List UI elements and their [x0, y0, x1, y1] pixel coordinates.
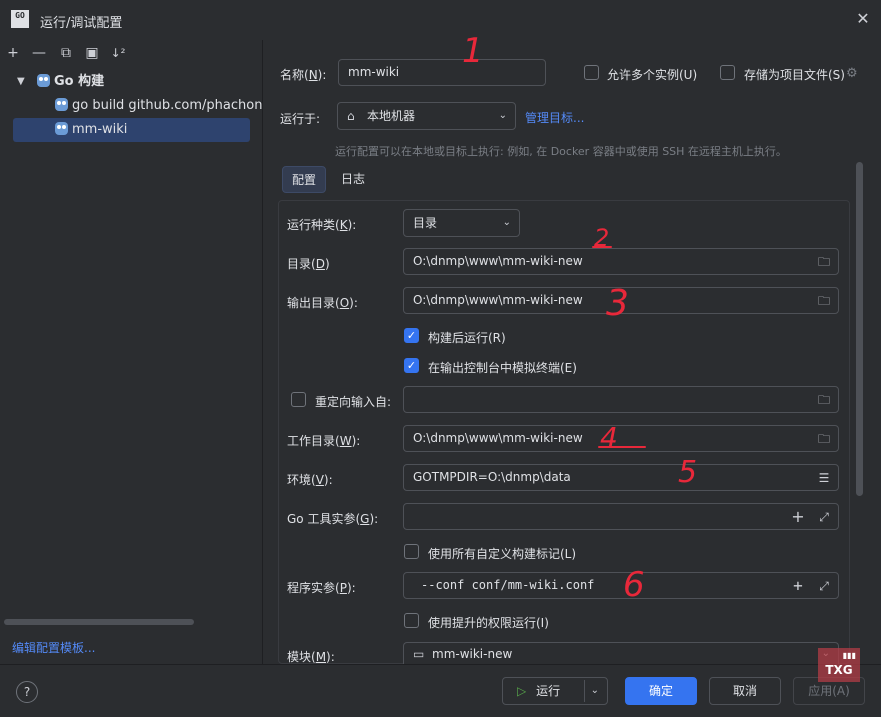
- gear-icon[interactable]: ⚙: [846, 66, 858, 81]
- emulate-terminal-label: 在输出控制台中模拟终端(E): [428, 361, 577, 375]
- annotation-mark-5: 5: [678, 455, 698, 490]
- run-after-build-label: 构建后运行(R): [428, 331, 506, 345]
- run-on-dropdown[interactable]: ⌂ 本地机器 ⌄: [337, 102, 516, 130]
- allow-parallel-checkbox[interactable]: [584, 65, 599, 80]
- expand-icon[interactable]: ⤢: [816, 578, 832, 594]
- plus-icon[interactable]: +: [790, 578, 806, 594]
- custom-tags-label: 使用所有自定义构建标记(L): [428, 547, 577, 561]
- run-kind-dropdown[interactable]: 目录 ⌄: [403, 209, 520, 237]
- run-on-value: 本地机器: [367, 109, 416, 123]
- cancel-button[interactable]: 取消: [709, 677, 781, 705]
- tab-logs[interactable]: 日志: [332, 166, 374, 193]
- run-kind-label: 运行种类(K):: [287, 218, 357, 232]
- remove-icon[interactable]: —: [30, 44, 48, 62]
- play-icon: ▷: [517, 684, 527, 698]
- go-tool-args-input[interactable]: + ⤢: [403, 503, 839, 530]
- allow-parallel-label: 允许多个实例(U): [607, 68, 698, 82]
- expand-icon[interactable]: ⤢: [816, 509, 832, 525]
- elevated-label: 使用提升的权限运行(I): [428, 616, 549, 630]
- goland-logo-icon: GO: [11, 10, 29, 28]
- close-icon[interactable]: ✕: [855, 11, 871, 27]
- module-label: 模块(M):: [287, 650, 335, 664]
- copy-icon[interactable]: ⧉: [57, 44, 75, 62]
- module-value: mm-wiki-new: [432, 647, 513, 661]
- directory-input[interactable]: O:\dnmp\www\mm-wiki-new 🗀: [403, 248, 839, 275]
- tree-item-label: go build github.com/phachon/mm-wiki: [72, 98, 262, 113]
- env-label: 环境(V):: [287, 473, 333, 487]
- folder-icon[interactable]: 🗀: [816, 431, 832, 447]
- program-args-label: 程序实参(P):: [287, 581, 356, 595]
- working-dir-label: 工作目录(W):: [287, 434, 361, 448]
- name-input[interactable]: mm-wiki: [338, 59, 546, 86]
- redirect-input-label: 重定向输入自:: [315, 395, 392, 409]
- footer-divider: [0, 664, 881, 665]
- program-args-input[interactable]: --conf conf/mm-wiki.conf + ⤢: [403, 572, 839, 599]
- list-icon[interactable]: ☰: [816, 470, 832, 486]
- tree-group-go-build[interactable]: ▼ Go 构建: [0, 70, 262, 94]
- plus-icon[interactable]: +: [790, 509, 806, 525]
- horizontal-scrollbar[interactable]: [4, 619, 194, 625]
- manage-targets-link[interactable]: 管理目标...: [525, 109, 584, 126]
- sort-icon[interactable]: ↓²: [109, 44, 127, 62]
- tab-config[interactable]: 配置: [282, 166, 327, 193]
- chevron-down-icon: ⌄: [498, 110, 507, 121]
- ok-button[interactable]: 确定: [625, 677, 697, 705]
- elevated-checkbox[interactable]: [404, 613, 419, 628]
- annotation-underline: [592, 246, 612, 248]
- tree-item-mm-wiki[interactable]: mm-wiki: [13, 118, 250, 142]
- run-kind-value: 目录: [413, 216, 438, 230]
- home-icon: ⌂: [347, 109, 355, 123]
- folder-icon[interactable]: 🗀: [816, 293, 832, 309]
- gopher-icon: [55, 98, 68, 111]
- vertical-scrollbar[interactable]: [856, 162, 863, 496]
- module-folder-icon: ▭: [413, 647, 425, 661]
- annotation-mark-1: 1: [462, 31, 484, 71]
- custom-tags-checkbox[interactable]: [404, 544, 419, 559]
- run-after-build-checkbox[interactable]: ✓: [404, 328, 419, 343]
- tree-group-label: Go 构建: [54, 74, 105, 89]
- tree-item-go-build[interactable]: go build github.com/phachon/mm-wiki: [0, 94, 262, 118]
- redirect-input-checkbox[interactable]: [291, 392, 306, 407]
- store-as-file-label: 存储为项目文件(S): [744, 68, 845, 82]
- env-input[interactable]: GOTMPDIR=O:\dnmp\data ☰: [403, 464, 839, 491]
- directory-label: 目录(D): [287, 257, 330, 271]
- emulate-terminal-checkbox[interactable]: ✓: [404, 358, 419, 373]
- annotation-underline: [598, 446, 646, 448]
- redirect-input-field[interactable]: 🗀: [403, 386, 839, 413]
- output-dir-label: 输出目录(O):: [287, 296, 358, 310]
- window-title: 运行/调试配置: [40, 16, 123, 31]
- config-toolbar: + — ⧉ ▣ ↓²: [0, 40, 262, 66]
- gopher-icon: [37, 74, 50, 87]
- run-on-label: 运行于:: [280, 112, 321, 126]
- run-on-hint: 运行配置可以在本地或目标上执行: 例如, 在 Docker 容器中或使用 SSH…: [335, 145, 787, 158]
- gopher-icon: [55, 122, 68, 135]
- watermark-logo: ▮▮▮ TXG: [818, 648, 860, 682]
- annotation-mark-3: 3: [606, 283, 629, 324]
- folder-icon[interactable]: 🗀: [816, 254, 832, 270]
- store-as-file-checkbox[interactable]: [720, 65, 735, 80]
- folder-icon[interactable]: 🗀: [816, 392, 832, 408]
- go-tool-args-label: Go 工具实参(G):: [287, 512, 379, 526]
- tree-item-label: mm-wiki: [72, 122, 128, 137]
- splitter[interactable]: [262, 40, 263, 664]
- title-bar: GO 运行/调试配置 ✕: [0, 0, 881, 40]
- run-label: 运行: [536, 684, 561, 698]
- module-dropdown[interactable]: ▭ mm-wiki-new ⌄: [403, 642, 839, 664]
- add-icon[interactable]: +: [4, 44, 22, 62]
- chevron-down-icon: ▼: [17, 76, 25, 87]
- annotation-mark-6: 6: [623, 565, 645, 605]
- help-button[interactable]: ?: [16, 681, 38, 703]
- edit-templates-link[interactable]: 编辑配置模板...: [12, 639, 95, 656]
- signal-bars-icon: ▮▮▮: [842, 651, 856, 660]
- run-button[interactable]: ▷ 运行 ⌄: [502, 677, 608, 705]
- name-label: 名称(N):: [280, 68, 327, 82]
- chevron-down-icon[interactable]: ⌄: [591, 678, 599, 704]
- folder-icon[interactable]: ▣: [83, 44, 101, 62]
- chevron-down-icon: ⌄: [502, 217, 511, 228]
